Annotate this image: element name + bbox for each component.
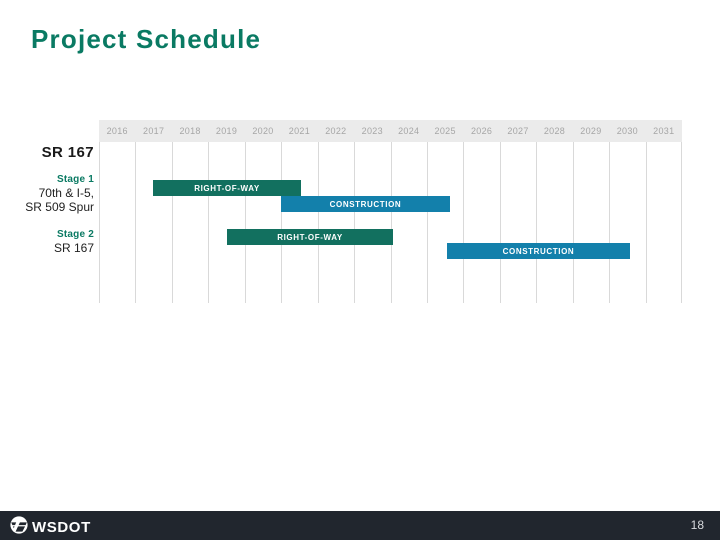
gantt-bar-label: CONSTRUCTION bbox=[329, 199, 402, 209]
gantt-row-label-stage-2: Stage 2 SR 167 bbox=[0, 228, 94, 255]
gantt-bar-track: CONSTRUCTION bbox=[99, 243, 682, 259]
gantt-bar: RIGHT-OF-WAY bbox=[153, 180, 301, 196]
gantt-year-header: 2016 2017 2018 2019 2020 2021 2022 2023 2024 2025… bbox=[99, 120, 682, 142]
year-header-cell: 2029 bbox=[580, 126, 602, 136]
year-header-cell: 2016 bbox=[106, 126, 128, 136]
year-header-cell: 2030 bbox=[616, 126, 638, 136]
year-header-cell: 2028 bbox=[543, 126, 566, 136]
stage-1-description: 70th & I-5, SR 509 Spur bbox=[25, 186, 94, 214]
gantt-bar-track: CONSTRUCTION bbox=[99, 196, 682, 212]
page-title: Project Schedule bbox=[31, 24, 262, 54]
gantt-bar: CONSTRUCTION bbox=[281, 196, 450, 212]
page-number: 18 bbox=[690, 518, 704, 532]
year-header-cell: 2021 bbox=[288, 126, 311, 136]
wsdot-logo: WSDOT bbox=[10, 516, 91, 539]
gantt-bar-label: RIGHT-OF-WAY bbox=[277, 232, 343, 242]
stage-2-name: Stage 2 bbox=[57, 229, 94, 240]
year-header-cell: 2017 bbox=[143, 126, 165, 136]
stage-1-name: Stage 1 bbox=[57, 174, 94, 185]
year-header-cell: 2031 bbox=[653, 126, 675, 136]
year-header-cell: 2019 bbox=[215, 126, 238, 136]
year-header-cell: 2024 bbox=[398, 126, 420, 136]
stage-2-description: SR 167 bbox=[53, 241, 94, 255]
year-header-cell: 2026 bbox=[470, 126, 493, 136]
gantt-timeline: 2016 2017 2018 2019 2020 2021 2022 2023 2024 2025… bbox=[99, 118, 682, 304]
year-header-cell: 2023 bbox=[361, 126, 383, 136]
gantt-bar-label: RIGHT-OF-WAY bbox=[194, 183, 260, 193]
year-header-cell: 2025 bbox=[434, 126, 456, 136]
year-header-cell: 2027 bbox=[507, 126, 529, 136]
gantt-row-label-stage-1: Stage 1 70th & I-5, SR 509 Spur bbox=[0, 173, 94, 214]
gantt-group-title: SR 167 bbox=[41, 144, 94, 161]
gantt-bar: CONSTRUCTION bbox=[447, 243, 630, 259]
gantt-bar-track: RIGHT-OF-WAY bbox=[99, 180, 682, 196]
year-header-cell: 2018 bbox=[179, 126, 201, 136]
gantt-chart: SR 167 Stage 1 70th & I-5, SR 509 Spur S… bbox=[0, 118, 720, 308]
year-header-cell: 2020 bbox=[252, 126, 274, 136]
footer-bar bbox=[0, 511, 720, 540]
wsdot-circle-road-icon bbox=[10, 516, 28, 539]
gantt-bar-label: CONSTRUCTION bbox=[502, 246, 575, 256]
wsdot-wordmark: WSDOT bbox=[32, 519, 91, 536]
year-header-cell: 2022 bbox=[325, 126, 347, 136]
gantt-row-labels: SR 167 Stage 1 70th & I-5, SR 509 Spur S… bbox=[0, 118, 94, 308]
